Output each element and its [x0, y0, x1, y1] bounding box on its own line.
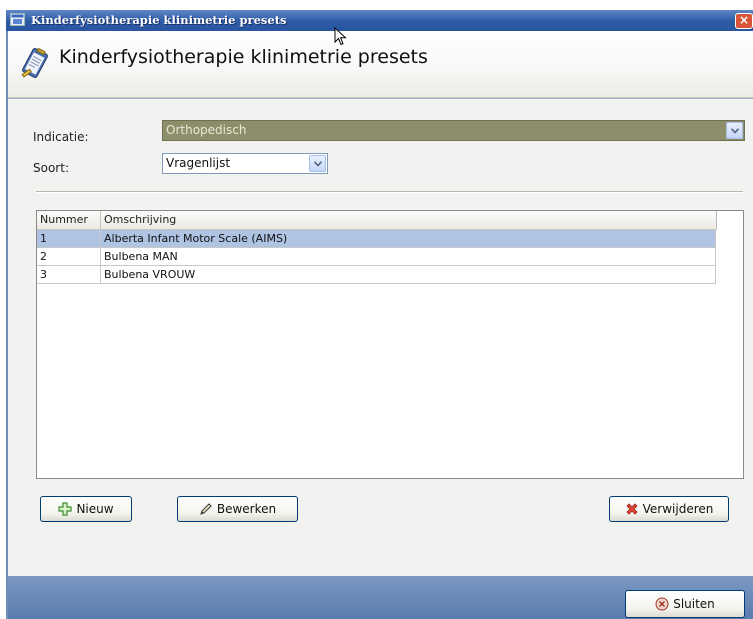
close-circle-icon [655, 597, 669, 611]
table-row[interactable]: 1 Alberta Infant Motor Scale (AIMS) [37, 230, 716, 248]
page-title: Kinderfysiotherapie klinimetrie presets [59, 46, 428, 68]
verwijderen-button[interactable]: Verwijderen [609, 496, 729, 522]
indicatie-label: Indicatie: [33, 130, 89, 144]
chevron-down-icon[interactable] [726, 122, 743, 139]
title-bar[interactable]: Kinderfysiotherapie klinimetrie presets … [6, 10, 753, 31]
close-icon: × [738, 13, 750, 27]
verwijderen-button-label: Verwijderen [642, 502, 714, 516]
window-title: Kinderfysiotherapie klinimetrie presets [31, 13, 287, 27]
cell-omschrijving: Bulbena MAN [104, 250, 178, 263]
table-header: Nummer Omschrijving [37, 211, 717, 230]
mouse-cursor-icon [334, 27, 347, 46]
window-close-button[interactable]: × [735, 13, 753, 29]
cell-omschrijving: Alberta Infant Motor Scale (AIMS) [104, 232, 288, 245]
dialog-content: Indicatie: Orthopedisch Soort: Vragenlij… [8, 98, 753, 576]
indicatie-select[interactable]: Orthopedisch [162, 120, 745, 141]
red-x-icon [626, 503, 638, 515]
plus-icon [58, 502, 73, 516]
bewerken-button[interactable]: Bewerken [177, 496, 298, 522]
table-row[interactable]: 2 Bulbena MAN [37, 248, 716, 266]
table-row[interactable]: 3 Bulbena VROUW [37, 266, 716, 284]
cell-nummer: 3 [37, 266, 101, 283]
soort-label: Soort: [33, 161, 69, 175]
clipboard-pen-icon [21, 47, 48, 79]
dialog-window: Kinderfysiotherapie klinimetrie presets … [6, 10, 753, 619]
dialog-footer: Sluiten [8, 576, 753, 619]
pencil-icon [200, 503, 212, 515]
dialog-header: Kinderfysiotherapie klinimetrie presets [8, 31, 753, 98]
bewerken-button-label: Bewerken [216, 502, 277, 516]
nieuw-button-label: Nieuw [76, 502, 114, 516]
app-window-icon [10, 13, 25, 26]
cell-nummer: 2 [37, 248, 101, 265]
sluiten-button[interactable]: Sluiten [625, 590, 745, 618]
nieuw-button[interactable]: Nieuw [40, 496, 132, 522]
separator [36, 191, 743, 193]
soort-select-value: Vragenlijst [166, 156, 231, 170]
sluiten-button-label: Sluiten [673, 597, 715, 611]
indicatie-select-value: Orthopedisch [166, 123, 247, 137]
cell-omschrijving: Bulbena VROUW [104, 268, 196, 281]
soort-select[interactable]: Vragenlijst [162, 153, 328, 174]
chevron-down-icon[interactable] [309, 155, 326, 172]
cell-nummer: 1 [37, 230, 101, 247]
column-header-nummer[interactable]: Nummer [37, 211, 101, 229]
presets-table[interactable]: Nummer Omschrijving 1 Alberta Infant Mot… [36, 210, 744, 479]
column-header-omschrijving[interactable]: Omschrijving [101, 211, 716, 229]
